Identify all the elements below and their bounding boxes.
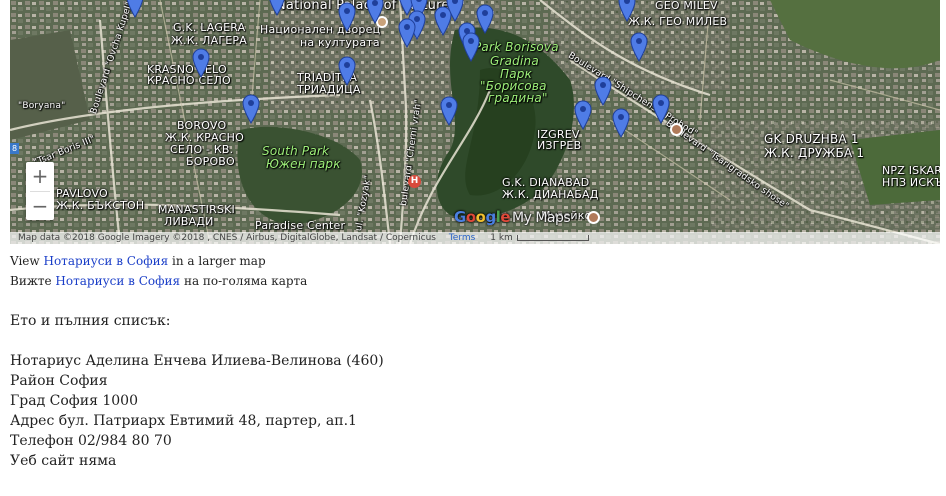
- map-marker-icon[interactable]: [192, 48, 210, 78]
- map-label-pavlovo-bg: Ж.К. БЪКСТОН: [56, 199, 145, 212]
- map-label-park-borisova-bg-3: градина": [488, 91, 548, 105]
- map-label-lagera: G.K. LAGERA: [173, 21, 246, 34]
- hospital-icon[interactable]: H: [408, 175, 421, 188]
- map-marker-icon[interactable]: [242, 94, 260, 124]
- logo-my-maps-text: My Maps: [512, 210, 571, 226]
- map-label-national-palace-bg: Национален дворец: [260, 23, 381, 36]
- map-label-borovo-bg-3: БОРОВО: [186, 155, 235, 168]
- map-label-iskar-bg: НПЗ ИСКЪР: [882, 176, 940, 189]
- map-label-geo-milev-bg: Ж.К. ГЕО МИЛЕВ: [628, 15, 728, 28]
- logo-letter-e: e: [500, 208, 511, 226]
- logo-letter-o1: o: [465, 208, 476, 226]
- map-marker-icon[interactable]: [398, 18, 416, 48]
- map-label-manastirski-bg: ЛИВАДИ: [164, 215, 214, 228]
- map-marker-icon[interactable]: [476, 4, 494, 34]
- map-marker-icon[interactable]: [338, 2, 356, 32]
- map-label-national-palace-bg-2: на културата: [300, 36, 380, 49]
- map-label-druzhba: GK DRUZHBA 1: [764, 132, 859, 146]
- embedded-map[interactable]: National Palace of Culture Национален дв…: [10, 0, 940, 244]
- view-prefix-bg: Вижте: [10, 274, 56, 288]
- map-marker-icon[interactable]: [268, 0, 286, 16]
- map-marker-icon[interactable]: [366, 0, 384, 24]
- view-prefix: View: [10, 254, 44, 268]
- map-label-geo-milev: GEO MILEV: [655, 0, 718, 12]
- map-label-dianabad-bg: Ж.К. ДИАНАБАД: [502, 188, 599, 201]
- map-attribution-bar: Map data ©2018 Google Imagery ©2018 , CN…: [10, 232, 940, 244]
- logo-letter-g: G: [454, 208, 466, 226]
- museum-icon[interactable]: [587, 211, 600, 224]
- larger-map-link-en[interactable]: Нотариуси в София: [43, 254, 168, 268]
- zoom-in-button[interactable]: +: [26, 162, 54, 191]
- map-marker-icon[interactable]: [446, 0, 464, 22]
- map-marker-icon[interactable]: [338, 56, 356, 86]
- notary-phone: Телефон 02/984 80 70: [10, 433, 172, 449]
- map-marker-icon[interactable]: [652, 94, 670, 124]
- museum-icon[interactable]: [670, 123, 683, 136]
- notary-city: Град София 1000: [10, 393, 138, 409]
- view-larger-map-bg: Вижте Нотариуси в София на по-голяма кар…: [10, 274, 307, 288]
- map-marker-icon[interactable]: [618, 0, 636, 22]
- notary-name: Нотариус Аделина Енчева Илиева-Велинова …: [10, 353, 384, 369]
- map-marker-icon[interactable]: [462, 32, 480, 62]
- map-label-boryana: "Boryana": [18, 101, 66, 111]
- logo-letter-o2: o: [475, 208, 486, 226]
- map-label-lagera-bg: Ж.К. ЛАГЕРА: [171, 34, 247, 47]
- list-intro: Ето и пълния списък:: [10, 313, 171, 329]
- notary-address: Адрес бул. Патриарх Евтимий 48, партер, …: [10, 413, 357, 429]
- scale-label[interactable]: 1 km: [490, 233, 513, 243]
- zoom-out-button[interactable]: −: [26, 192, 54, 221]
- map-marker-icon[interactable]: [612, 108, 630, 138]
- notary-region: Район София: [10, 373, 108, 389]
- terms-link[interactable]: Terms: [449, 233, 476, 243]
- map-label-park-borisova: Park Borisova: [474, 40, 559, 54]
- logo-letter-g2: g: [485, 208, 496, 226]
- map-label-south-park: South Park: [262, 144, 330, 158]
- map-label-paradise-center: Paradise Center: [255, 219, 346, 232]
- map-edge-chip: 8: [10, 143, 19, 154]
- view-larger-map-en: View Нотариуси в София in a larger map: [10, 254, 266, 268]
- map-label-park-borisova-2: Gradina: [490, 54, 539, 68]
- google-my-maps-logo[interactable]: Google My Maps: [454, 208, 571, 226]
- map-marker-icon[interactable]: [126, 0, 144, 18]
- map-marker-icon[interactable]: [594, 76, 612, 106]
- map-marker-icon[interactable]: [630, 32, 648, 62]
- attribution-text: Map data ©2018 Google Imagery ©2018 , CN…: [18, 233, 436, 243]
- scale-bar: [516, 234, 589, 241]
- map-marker-icon[interactable]: [440, 96, 458, 126]
- map-label-krasno-selo-bg: КРАСНО СЕЛО: [147, 74, 231, 87]
- notary-website: Уеб сайт няма: [10, 453, 117, 469]
- zoom-control: + −: [26, 162, 54, 220]
- map-label-izgrev-bg: ИЗГРЕВ: [537, 139, 582, 152]
- map-label-south-park-bg: Южен парк: [266, 157, 341, 171]
- larger-map-link-bg[interactable]: Нотариуси в София: [55, 274, 180, 288]
- view-suffix: in a larger map: [168, 254, 266, 268]
- view-suffix-bg: на по-голяма карта: [180, 274, 308, 288]
- map-marker-icon[interactable]: [574, 100, 592, 130]
- map-label-druzhba-bg: Ж.К. ДРУЖБА 1: [764, 146, 865, 160]
